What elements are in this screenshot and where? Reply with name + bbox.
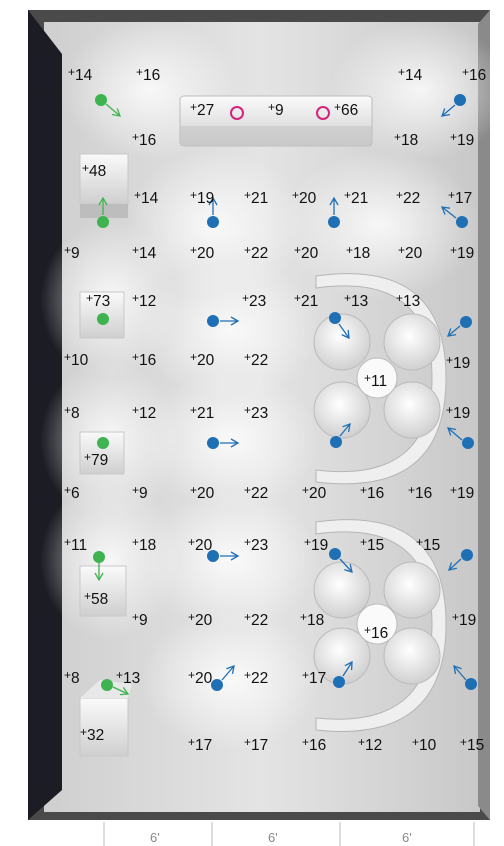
scale-label: 6' <box>150 830 160 845</box>
display-cube-5 <box>79 680 132 757</box>
scale-label: 6' <box>402 830 412 845</box>
lighting-plan: +14 +16 +14 +16+27 +9 +66+16 +18 +19+48+14 +19 +2… <box>28 10 504 846</box>
green-marker <box>97 313 109 325</box>
scale-label: 6' <box>268 830 278 845</box>
scale-bar: 6' 6' 6' <box>103 822 475 846</box>
green-marker <box>97 437 109 449</box>
